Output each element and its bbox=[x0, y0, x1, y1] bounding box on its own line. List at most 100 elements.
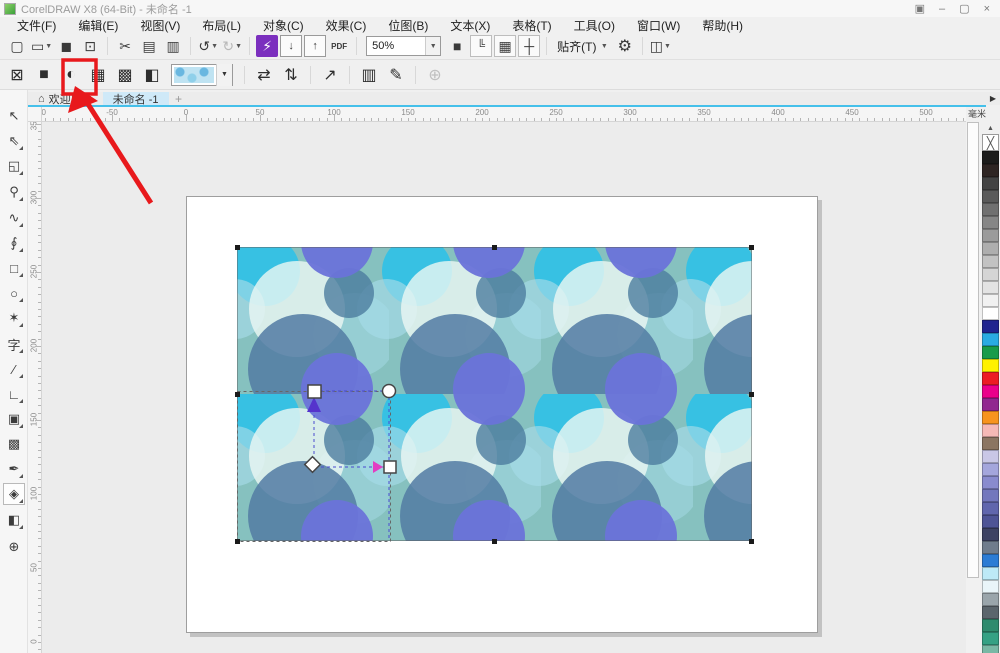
undo-button[interactable]: ↺▼ bbox=[197, 35, 219, 57]
uniform-fill-button[interactable]: ■ bbox=[32, 63, 56, 87]
color-swatch[interactable] bbox=[982, 645, 999, 653]
tab-scroll-right-button[interactable]: ▶ bbox=[990, 92, 996, 105]
color-swatch[interactable] bbox=[982, 580, 999, 593]
chevron-down-icon[interactable]: ▼ bbox=[216, 64, 232, 86]
smart-fill-tool[interactable]: ◧ bbox=[3, 509, 25, 531]
color-swatch[interactable] bbox=[982, 268, 999, 281]
vertical-scrollbar[interactable] bbox=[966, 122, 980, 653]
text-tool[interactable]: 字 bbox=[3, 333, 25, 355]
show-guidelines-toggle[interactable]: ┼ bbox=[518, 35, 540, 57]
drop-shadow-tool[interactable]: ▣ bbox=[3, 408, 25, 430]
menu-item-10[interactable]: 窗口(W) bbox=[626, 17, 691, 34]
menu-item-6[interactable]: 位图(B) bbox=[377, 17, 439, 34]
color-eyedropper-tool[interactable]: ✒ bbox=[3, 458, 25, 480]
color-swatch[interactable] bbox=[982, 476, 999, 489]
color-swatch[interactable] bbox=[982, 281, 999, 294]
color-swatch[interactable] bbox=[982, 203, 999, 216]
horizontal-ruler[interactable]: -100-50050100150200250300350400450500 bbox=[42, 107, 966, 122]
zoom-level-value[interactable]: 50% bbox=[367, 40, 425, 52]
menu-item-1[interactable]: 编辑(E) bbox=[67, 17, 129, 34]
redo-button[interactable]: ↻▼ bbox=[221, 35, 243, 57]
menu-item-9[interactable]: 工具(O) bbox=[563, 17, 626, 34]
menu-item-8[interactable]: 表格(T) bbox=[501, 17, 562, 34]
color-swatch[interactable] bbox=[982, 398, 999, 411]
color-swatch[interactable] bbox=[982, 424, 999, 437]
menu-item-3[interactable]: 布局(L) bbox=[191, 17, 252, 34]
no-color-swatch[interactable]: ╳ bbox=[982, 134, 999, 151]
tab-welcome-screen[interactable]: ⌂ 欢迎屏幕 bbox=[28, 92, 103, 105]
pick-tool[interactable]: ↖ bbox=[3, 105, 25, 127]
color-swatch[interactable] bbox=[982, 489, 999, 502]
color-swatch[interactable] bbox=[982, 151, 999, 164]
save-button[interactable]: ◼ bbox=[55, 35, 77, 57]
palette-scroll-up-button[interactable]: ▲ bbox=[981, 122, 1000, 134]
copy-button[interactable]: ▤ bbox=[138, 35, 160, 57]
pattern-filled-rectangle[interactable] bbox=[237, 247, 752, 541]
snap-to-button[interactable]: 贴齐(T) ▼ bbox=[553, 35, 612, 57]
tab-untitled-document[interactable]: 未命名 -1 bbox=[103, 92, 169, 105]
copy-fill-button[interactable]: ▥ bbox=[357, 63, 381, 87]
color-swatch[interactable] bbox=[982, 411, 999, 424]
bitmap-pattern-fill-button[interactable]: ▩ bbox=[113, 63, 137, 87]
color-swatch[interactable] bbox=[982, 164, 999, 177]
search-content-button[interactable]: ⚡ bbox=[256, 35, 278, 57]
new-document-button[interactable]: ▢ bbox=[6, 35, 28, 57]
drawing-canvas[interactable] bbox=[42, 122, 966, 653]
full-screen-preview-button[interactable]: ■ bbox=[446, 35, 468, 57]
color-swatch[interactable] bbox=[982, 567, 999, 580]
color-swatch[interactable] bbox=[982, 463, 999, 476]
vector-pattern-fill-button[interactable]: ▦ bbox=[86, 63, 110, 87]
menu-item-4[interactable]: 对象(C) bbox=[252, 17, 315, 34]
color-swatch[interactable] bbox=[982, 229, 999, 242]
export-button[interactable]: ↑ bbox=[304, 35, 326, 57]
zoom-tool[interactable]: ⚲ bbox=[3, 181, 25, 203]
print-button[interactable]: ⊡ bbox=[79, 35, 101, 57]
color-swatch[interactable] bbox=[982, 606, 999, 619]
color-swatch[interactable] bbox=[982, 359, 999, 372]
menu-item-5[interactable]: 效果(C) bbox=[315, 17, 378, 34]
color-swatch[interactable] bbox=[982, 372, 999, 385]
transform-fill-button[interactable]: ↗ bbox=[318, 63, 342, 87]
color-swatch[interactable] bbox=[982, 294, 999, 307]
new-tab-button[interactable]: + bbox=[169, 92, 189, 105]
color-swatch[interactable] bbox=[982, 346, 999, 359]
ellipse-tool[interactable]: ○ bbox=[3, 282, 25, 304]
menu-item-2[interactable]: 视图(V) bbox=[129, 17, 191, 34]
signin-icon[interactable]: ▣ bbox=[915, 2, 925, 15]
zoom-level-combo[interactable]: 50% ▼ bbox=[366, 36, 441, 56]
publish-pdf-button[interactable]: PDF bbox=[328, 35, 350, 57]
two-color-pattern-fill-button[interactable]: ◧ bbox=[140, 63, 164, 87]
shape-tool[interactable]: ⇖ bbox=[3, 130, 25, 152]
color-swatch[interactable] bbox=[982, 216, 999, 229]
fill-picker-dropdown[interactable]: ▼ bbox=[171, 64, 233, 86]
color-swatch[interactable] bbox=[982, 528, 999, 541]
color-swatch[interactable] bbox=[982, 385, 999, 398]
color-swatch[interactable] bbox=[982, 255, 999, 268]
polygon-tool[interactable]: ✶ bbox=[3, 307, 25, 329]
show-rulers-toggle[interactable]: ╚ bbox=[470, 35, 492, 57]
edit-fill-button[interactable]: ✎ bbox=[384, 63, 408, 87]
import-button[interactable]: ↓ bbox=[280, 35, 302, 57]
color-swatch[interactable] bbox=[982, 541, 999, 554]
mirror-tiles-vertically-button[interactable]: ⇅ bbox=[279, 63, 303, 87]
options-button[interactable]: ⚙ bbox=[614, 35, 636, 57]
color-swatch[interactable] bbox=[982, 177, 999, 190]
color-swatch[interactable] bbox=[982, 502, 999, 515]
color-swatch[interactable] bbox=[982, 320, 999, 333]
color-swatch[interactable] bbox=[982, 632, 999, 645]
color-swatch[interactable] bbox=[982, 450, 999, 463]
color-swatch[interactable] bbox=[982, 190, 999, 203]
restore-button[interactable]: ▢ bbox=[959, 2, 969, 15]
interactive-fill-tool[interactable]: ◈ bbox=[3, 483, 25, 505]
chevron-down-icon[interactable]: ▼ bbox=[425, 37, 440, 55]
connector-tool[interactable]: ∟ bbox=[3, 383, 25, 405]
color-swatch[interactable] bbox=[982, 242, 999, 255]
color-swatch[interactable] bbox=[982, 437, 999, 450]
add-tool-button[interactable]: ⊕ bbox=[3, 536, 25, 558]
color-swatch[interactable] bbox=[982, 619, 999, 632]
show-grid-toggle[interactable]: ▦ bbox=[494, 35, 516, 57]
rectangle-tool[interactable]: □ bbox=[3, 257, 25, 279]
color-swatch[interactable] bbox=[982, 333, 999, 346]
color-swatch[interactable] bbox=[982, 593, 999, 606]
window-layout-button[interactable]: ◫▼ bbox=[649, 35, 672, 57]
